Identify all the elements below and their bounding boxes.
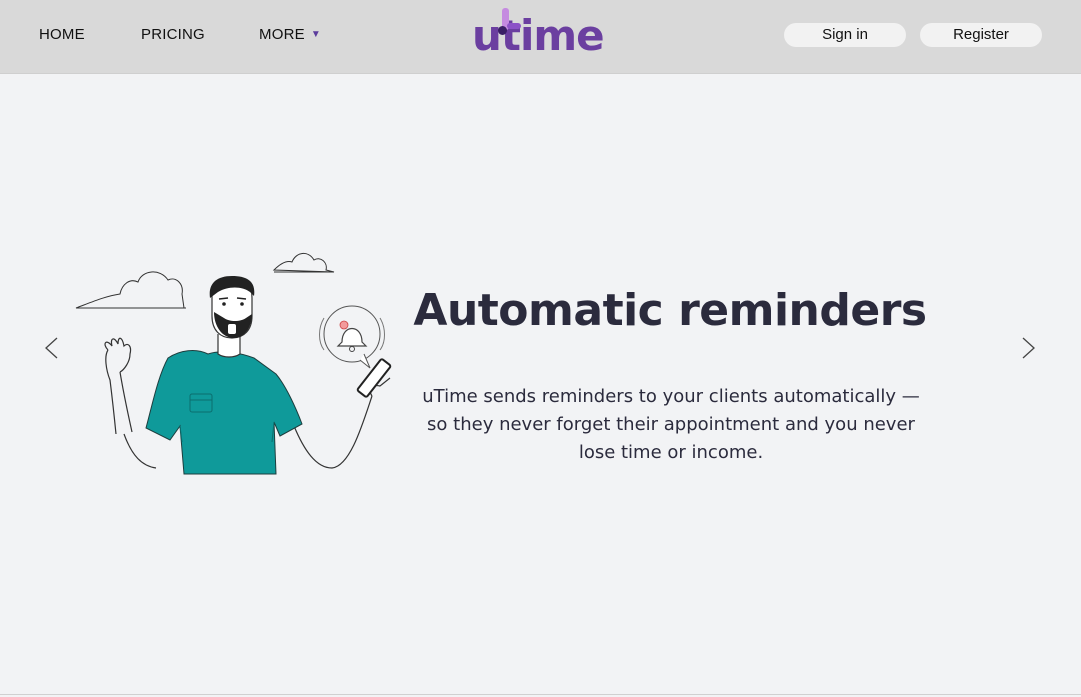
- chevron-left-icon: [45, 337, 58, 359]
- page-bottom-divider: [0, 694, 1081, 695]
- logo-wordmark: utime: [472, 11, 605, 60]
- nav-more-label: MORE: [259, 26, 305, 43]
- logo-t-accent-dot: [498, 26, 507, 35]
- nav-pricing-link[interactable]: PRICING: [141, 26, 205, 43]
- sign-in-button[interactable]: Sign in: [784, 23, 906, 47]
- nav-more-dropdown[interactable]: MORE ▼: [259, 26, 321, 43]
- slide-description: uTime sends reminders to your clients au…: [422, 386, 920, 463]
- register-button[interactable]: Register: [920, 23, 1042, 47]
- utime-logo[interactable]: utime: [470, 6, 612, 64]
- nav-home-link[interactable]: HOME: [39, 26, 85, 43]
- carousel-prev-button[interactable]: [42, 336, 62, 360]
- man-with-phone-reminder-illustration: [75, 253, 392, 475]
- logo-t-accent-cross: [507, 23, 521, 29]
- top-navbar: HOME PRICING MORE ▼ utime Sign in Registe…: [0, 0, 1081, 74]
- caret-down-icon: ▼: [310, 29, 321, 40]
- carousel-next-button[interactable]: [1018, 336, 1038, 360]
- chevron-right-icon: [1022, 337, 1035, 359]
- slide-title: Automatic reminders: [413, 285, 927, 336]
